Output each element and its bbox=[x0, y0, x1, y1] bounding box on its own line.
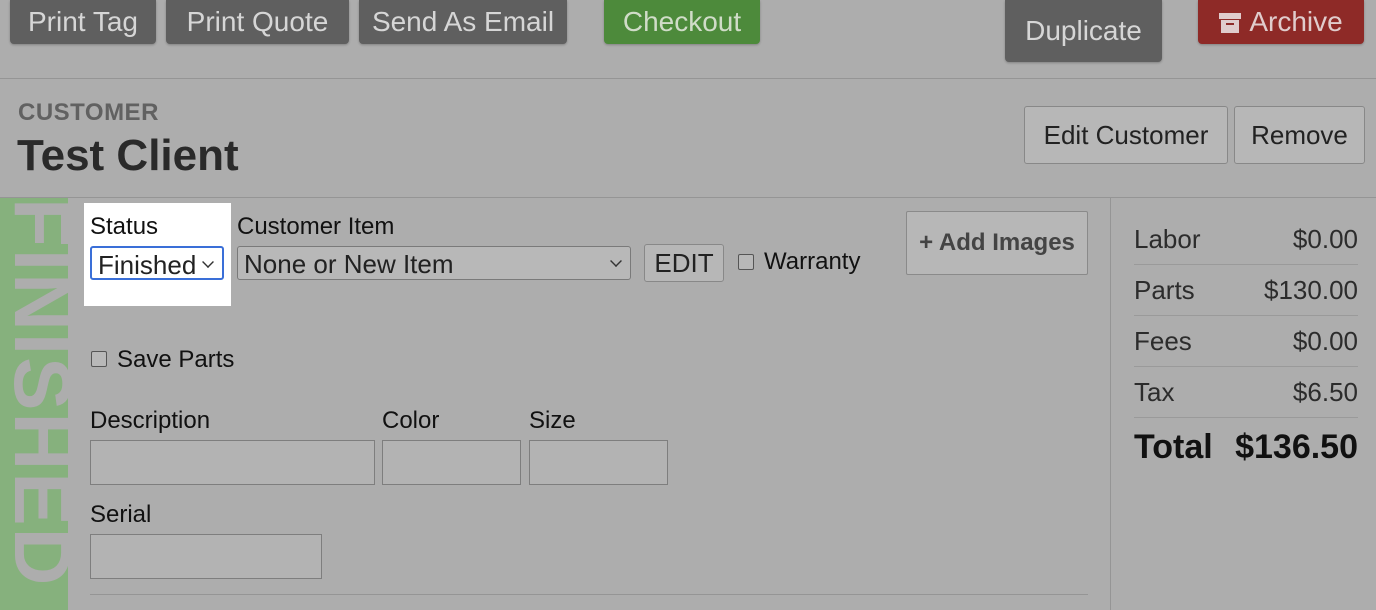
totals-panel: Labor $0.00 Parts $130.00 Fees $0.00 Tax… bbox=[1110, 198, 1376, 610]
chevron-down-icon bbox=[202, 256, 214, 268]
remove-customer-button[interactable]: Remove bbox=[1234, 106, 1365, 164]
add-images-button[interactable]: + Add Images bbox=[906, 211, 1088, 275]
serial-input[interactable] bbox=[90, 534, 322, 579]
total-value: $136.50 bbox=[1235, 428, 1358, 466]
save-parts-label: Save Parts bbox=[117, 346, 235, 373]
archive-button-label: Archive bbox=[1249, 6, 1343, 37]
labor-value: $0.00 bbox=[1292, 224, 1358, 254]
warranty-checkbox[interactable] bbox=[738, 254, 754, 270]
customer-section-label: CUSTOMER bbox=[18, 99, 159, 126]
status-label: Status bbox=[90, 213, 159, 240]
section-divider bbox=[90, 594, 1088, 595]
tax-row: Tax $6.50 bbox=[1134, 367, 1358, 418]
chevron-down-icon bbox=[610, 255, 622, 267]
archive-button[interactable]: Archive bbox=[1198, 0, 1364, 44]
edit-customer-button[interactable]: Edit Customer bbox=[1024, 106, 1228, 164]
customer-header: CUSTOMER Test Client Edit Customer Remov… bbox=[0, 79, 1376, 198]
status-select-value: Finished bbox=[98, 250, 197, 280]
serial-label: Serial bbox=[90, 501, 152, 528]
total-row: Total $136.50 bbox=[1134, 420, 1358, 470]
customer-item-label: Customer Item bbox=[237, 213, 395, 240]
duplicate-button[interactable]: Duplicate bbox=[1005, 0, 1162, 62]
ticket-panel: FINISHED Status Finished Customer Item N… bbox=[0, 198, 1110, 610]
fees-row: Fees $0.00 bbox=[1134, 316, 1358, 367]
customer-item-select[interactable]: None or New Item bbox=[237, 246, 631, 280]
fees-value: $0.00 bbox=[1292, 326, 1358, 356]
customer-name: Test Client bbox=[17, 131, 239, 180]
description-input[interactable] bbox=[90, 440, 375, 485]
toolbar: Print Tag Print Quote Send As Email Chec… bbox=[0, 0, 1376, 79]
size-input[interactable] bbox=[529, 440, 668, 485]
tax-label: Tax bbox=[1134, 377, 1175, 407]
status-select[interactable]: Finished bbox=[90, 246, 224, 280]
parts-value: $130.00 bbox=[1264, 275, 1358, 305]
color-label: Color bbox=[382, 407, 440, 434]
customer-item-select-value: None or New Item bbox=[244, 249, 454, 279]
status-stamp-text: FINISHED bbox=[0, 198, 68, 588]
labor-row: Labor $0.00 bbox=[1134, 214, 1358, 265]
print-quote-button[interactable]: Print Quote bbox=[166, 0, 349, 44]
save-parts-checkbox[interactable] bbox=[91, 351, 107, 367]
size-label: Size bbox=[529, 407, 576, 434]
archive-icon bbox=[1219, 13, 1242, 33]
total-label: Total bbox=[1134, 428, 1213, 466]
print-tag-button[interactable]: Print Tag bbox=[10, 0, 156, 44]
labor-label: Labor bbox=[1134, 224, 1201, 254]
status-stamp: FINISHED bbox=[0, 198, 68, 610]
warranty-label: Warranty bbox=[764, 248, 861, 275]
parts-label: Parts bbox=[1134, 275, 1195, 305]
checkout-button[interactable]: Checkout bbox=[604, 0, 760, 44]
parts-row: Parts $130.00 bbox=[1134, 265, 1358, 316]
tax-value: $6.50 bbox=[1292, 377, 1358, 407]
description-label: Description bbox=[90, 407, 211, 434]
send-as-email-button[interactable]: Send As Email bbox=[359, 0, 567, 44]
color-input[interactable] bbox=[382, 440, 521, 485]
edit-customer-item-button[interactable]: EDIT bbox=[644, 244, 724, 282]
fees-label: Fees bbox=[1134, 326, 1192, 356]
